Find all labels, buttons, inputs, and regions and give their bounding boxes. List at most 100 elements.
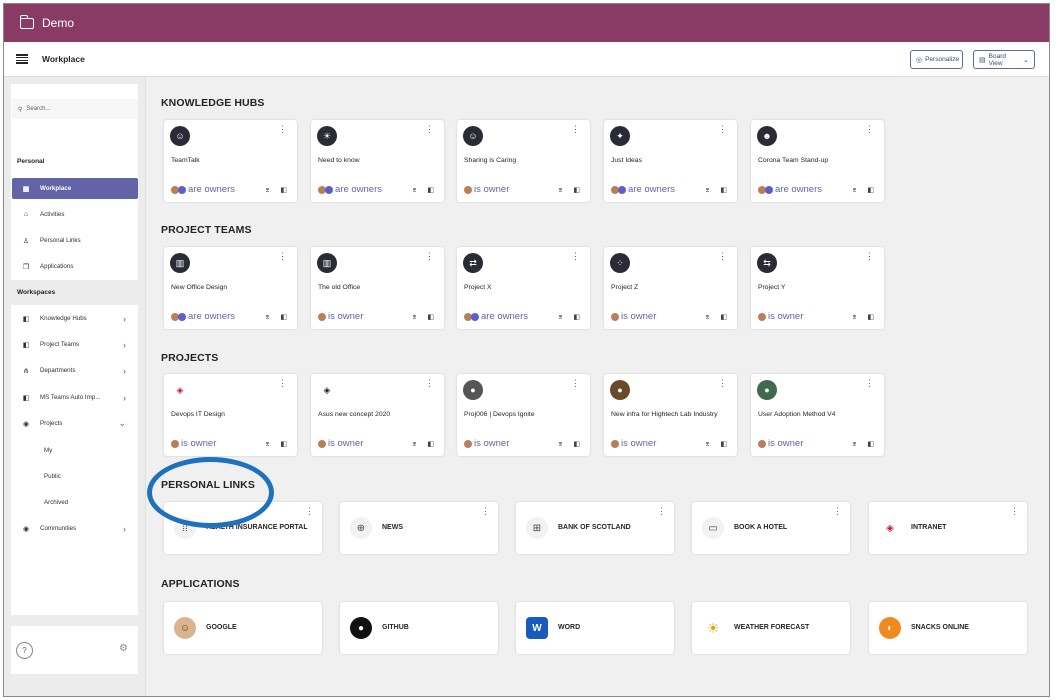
more-options-icon[interactable]: ⋮: [571, 379, 580, 388]
application-card[interactable]: ☺ GOOGLE: [164, 602, 322, 654]
more-options-icon[interactable]: ⋮: [865, 252, 874, 261]
pin-icon[interactable]: ⌆: [412, 440, 418, 448]
owners-info[interactable]: is owner: [318, 438, 363, 449]
workspace-card[interactable]: ▥ ⋮ The old Office is owner ⌆ ◧: [311, 247, 444, 329]
more-options-icon[interactable]: ⋮: [718, 252, 727, 261]
owners-info[interactable]: is owner: [318, 311, 363, 322]
owners-info[interactable]: is owner: [611, 438, 656, 449]
hamburger-menu-icon[interactable]: [16, 54, 28, 64]
owners-info[interactable]: is owner: [464, 184, 509, 195]
owners-info[interactable]: is owner: [171, 438, 216, 449]
workspace-card[interactable]: ● ⋮ User Adoption Method V4 is owner ⌆ ◧: [751, 374, 884, 456]
owners-info[interactable]: are owners: [464, 311, 528, 322]
more-options-icon[interactable]: ⋮: [718, 125, 727, 134]
more-options-icon[interactable]: ⋮: [425, 252, 434, 261]
sidebar-item-knowledge-hubs[interactable]: ◧ Knowledge Hubs ›: [12, 308, 138, 329]
pin-icon[interactable]: ⌆: [265, 313, 271, 321]
pin-icon[interactable]: ⌆: [852, 440, 858, 448]
more-options-icon[interactable]: ⋮: [865, 125, 874, 134]
owners-info[interactable]: is owner: [758, 311, 803, 322]
pin-icon[interactable]: ⌆: [852, 313, 858, 321]
teams-icon[interactable]: ◧: [280, 186, 287, 194]
sidebar-subitem-archived[interactable]: Archived: [44, 499, 68, 506]
application-card[interactable]: W WORD: [516, 602, 674, 654]
more-options-icon[interactable]: ⋮: [425, 379, 434, 388]
teams-icon[interactable]: ◧: [720, 313, 727, 321]
pin-icon[interactable]: ⌆: [265, 440, 271, 448]
pin-icon[interactable]: ⌆: [412, 186, 418, 194]
pin-icon[interactable]: ⌆: [705, 186, 711, 194]
sidebar-item-projects[interactable]: ◉ Projects ⌄: [12, 413, 138, 434]
more-options-icon[interactable]: ⋮: [571, 125, 580, 134]
teams-icon[interactable]: ◧: [720, 186, 727, 194]
sidebar-item-applications[interactable]: ❐ Applications: [12, 256, 138, 277]
owners-info[interactable]: is owner: [464, 438, 509, 449]
pin-icon[interactable]: ⌆: [558, 186, 564, 194]
workspace-card[interactable]: ◈ ⋮ Asus new concept 2020 is owner ⌆ ◧: [311, 374, 444, 456]
personal-link-card[interactable]: ⊕ NEWS ⋮: [340, 502, 498, 554]
more-options-icon[interactable]: ⋮: [481, 507, 490, 516]
personalize-button[interactable]: ◎ Personalize: [910, 50, 963, 69]
more-options-icon[interactable]: ⋮: [305, 507, 314, 516]
workspace-card[interactable]: ● ⋮ New infra for Hightech Lab Industry is …: [604, 374, 737, 456]
sidebar-subitem-public[interactable]: Public: [44, 473, 61, 480]
workspace-card[interactable]: ● ⋮ Proj006 | Devops Ignite is owner ⌆ ◧: [457, 374, 590, 456]
workspace-card[interactable]: ☀ ⋮ Need to know are owners ⌆ ◧: [311, 120, 444, 202]
teams-icon[interactable]: ◧: [720, 440, 727, 448]
pin-icon[interactable]: ⌆: [265, 186, 271, 194]
owners-info[interactable]: are owners: [758, 184, 822, 195]
pin-icon[interactable]: ⌆: [852, 186, 858, 194]
pin-icon[interactable]: ⌆: [558, 440, 564, 448]
owners-info[interactable]: are owners: [318, 184, 382, 195]
sidebar-item-personal-links[interactable]: ♙ Personal Links: [12, 230, 138, 251]
application-card[interactable]: ● GITHUB: [340, 602, 498, 654]
workspace-card[interactable]: ☻ ⋮ Corona Team Stand-up are owners ⌆ ◧: [751, 120, 884, 202]
help-icon[interactable]: ?: [16, 642, 33, 659]
pin-icon[interactable]: ⌆: [412, 313, 418, 321]
teams-icon[interactable]: ◧: [280, 313, 287, 321]
sidebar-item-departments[interactable]: ⋔ Departments ›: [12, 360, 138, 381]
workspace-card[interactable]: ☺ ⋮ TeamTalk are owners ⌆ ◧: [164, 120, 297, 202]
teams-icon[interactable]: ◧: [427, 313, 434, 321]
more-options-icon[interactable]: ⋮: [1010, 507, 1019, 516]
personal-link-card[interactable]: ▭ BOOK A HOTEL ⋮: [692, 502, 850, 554]
personal-link-card[interactable]: ◈ INTRANET ⋮: [869, 502, 1027, 554]
workspace-card[interactable]: ▥ ⋮ New Office Design are owners ⌆ ◧: [164, 247, 297, 329]
more-options-icon[interactable]: ⋮: [278, 252, 287, 261]
workspace-card[interactable]: ◈ ⋮ Devops IT Design is owner ⌆ ◧: [164, 374, 297, 456]
more-options-icon[interactable]: ⋮: [571, 252, 580, 261]
pin-icon[interactable]: ⌆: [705, 313, 711, 321]
more-options-icon[interactable]: ⋮: [718, 379, 727, 388]
teams-icon[interactable]: ◧: [573, 186, 580, 194]
more-options-icon[interactable]: ⋮: [425, 125, 434, 134]
teams-icon[interactable]: ◧: [867, 440, 874, 448]
more-options-icon[interactable]: ⋮: [833, 507, 842, 516]
owners-info[interactable]: are owners: [171, 184, 235, 195]
sidebar-item-communities[interactable]: ◉ Communities ›: [12, 518, 138, 539]
owners-info[interactable]: is owner: [758, 438, 803, 449]
owners-info[interactable]: is owner: [611, 311, 656, 322]
more-options-icon[interactable]: ⋮: [865, 379, 874, 388]
teams-icon[interactable]: ◧: [573, 440, 580, 448]
sidebar-subitem-my[interactable]: My: [44, 447, 52, 454]
personal-link-card[interactable]: ⁞⁞ HEALTH INSURANCE PORTAL ⋮: [164, 502, 322, 554]
owners-info[interactable]: are owners: [171, 311, 235, 322]
workspace-card[interactable]: ⇄ ⋮ Project Xare owners ⌆ ◧: [457, 247, 590, 329]
teams-icon[interactable]: ◧: [867, 313, 874, 321]
sidebar-item-workplace[interactable]: ▦ Workplace: [12, 178, 138, 199]
owners-info[interactable]: are owners: [611, 184, 675, 195]
teams-icon[interactable]: ◧: [427, 186, 434, 194]
more-options-icon[interactable]: ⋮: [278, 379, 287, 388]
application-card[interactable]: ◐ SNACKS ONLINE: [869, 602, 1027, 654]
more-options-icon[interactable]: ⋮: [657, 507, 666, 516]
teams-icon[interactable]: ◧: [427, 440, 434, 448]
sidebar-item-project-teams[interactable]: ◧ Project Teams ›: [12, 334, 138, 355]
personal-link-card[interactable]: ⊞ BANK OF SCOTLAND ⋮: [516, 502, 674, 554]
workspace-card[interactable]: ⁘ ⋮ Project Zis owner ⌆ ◧: [604, 247, 737, 329]
pin-icon[interactable]: ⌆: [705, 440, 711, 448]
board-view-dropdown[interactable]: ▤ Board View ⌄: [973, 50, 1035, 69]
teams-icon[interactable]: ◧: [573, 313, 580, 321]
teams-icon[interactable]: ◧: [867, 186, 874, 194]
search-input[interactable]: ⚲ Search...: [12, 99, 138, 119]
workspace-card[interactable]: ☺ ⋮ Sharing is Caring is owner ⌆ ◧: [457, 120, 590, 202]
